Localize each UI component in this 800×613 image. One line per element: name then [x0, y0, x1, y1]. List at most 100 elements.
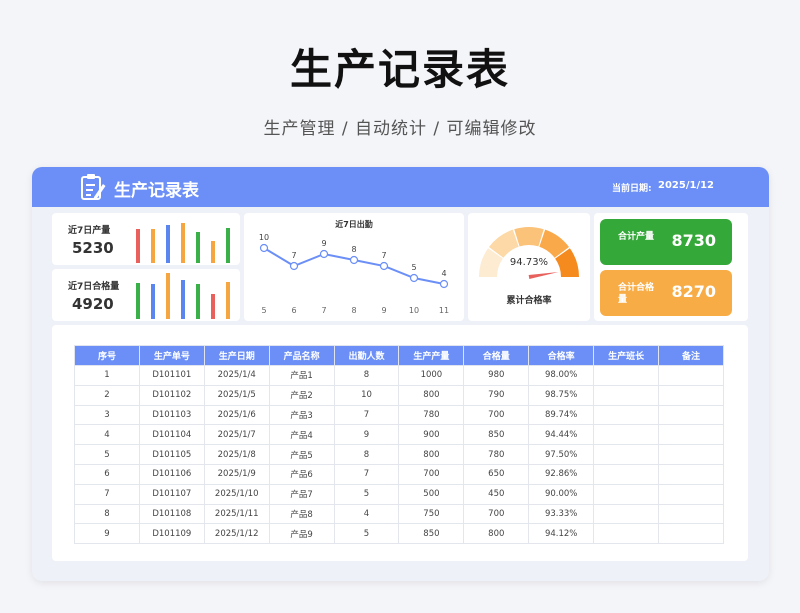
table-cell[interactable]: D101102	[138, 384, 205, 406]
attendance-point	[289, 261, 299, 271]
table-cell[interactable]: 850	[463, 424, 530, 446]
table-cell[interactable]: 2025/1/10	[203, 483, 270, 505]
table-cell[interactable]: 5	[74, 444, 140, 465]
table-cell[interactable]	[658, 384, 724, 406]
table-cell[interactable]	[593, 523, 660, 545]
table-cell[interactable]: 4	[333, 503, 400, 525]
table-cell[interactable]: 800	[398, 384, 465, 406]
table-cell[interactable]: 产品1	[268, 365, 335, 386]
table-cell[interactable]: 5	[333, 523, 400, 545]
table-cell[interactable]: 790	[463, 384, 530, 406]
table-cell[interactable]	[593, 444, 660, 465]
table-cell[interactable]: 产品4	[268, 424, 335, 446]
table-cell[interactable]	[658, 483, 724, 505]
table-cell[interactable]: 2025/1/12	[203, 523, 270, 545]
table-cell[interactable]: 90.00%	[528, 483, 595, 505]
table-cell[interactable]: 94.44%	[528, 424, 595, 446]
table-cell[interactable]	[658, 523, 724, 545]
table-cell[interactable]: 450	[463, 483, 530, 505]
table-cell[interactable]: 4	[74, 424, 140, 446]
table-cell[interactable]	[593, 503, 660, 525]
table-cell[interactable]	[593, 424, 660, 446]
table-cell[interactable]: 1	[74, 365, 140, 386]
table-cell[interactable]: 1000	[398, 365, 465, 386]
table-cell[interactable]: 7	[333, 463, 400, 485]
table-cell[interactable]	[658, 503, 724, 525]
table-cell[interactable]: 10	[333, 384, 400, 406]
table-cell[interactable]: 98.00%	[528, 365, 595, 386]
table-cell[interactable]: D101108	[138, 503, 205, 525]
table-cell[interactable]: 2025/1/6	[203, 404, 270, 426]
kpi-bar	[166, 273, 170, 319]
table-cell[interactable]	[658, 365, 724, 386]
table-cell[interactable]: 9	[333, 424, 400, 446]
table-cell[interactable]: 8	[74, 503, 140, 525]
table-cell[interactable]: 2025/1/11	[203, 503, 270, 525]
table-cell[interactable]	[658, 463, 724, 485]
table-cell[interactable]: 800	[398, 444, 465, 465]
table-cell[interactable]: D101105	[138, 444, 205, 465]
table-cell[interactable]: 产品6	[268, 463, 335, 485]
table-cell[interactable]: 3	[74, 404, 140, 426]
table-cell[interactable]: 2025/1/8	[203, 444, 270, 465]
table-cell[interactable]	[658, 424, 724, 446]
clipboard-edit-icon	[81, 174, 106, 200]
table-cell[interactable]	[593, 365, 660, 386]
attendance-chart-panel: 近7日出勤 10 5 7 6 9 7 8 8 7 9 5 10 4 11	[244, 213, 464, 321]
table-cell[interactable]: 产品2	[268, 384, 335, 406]
kpi-bar	[211, 294, 215, 319]
table-cell[interactable]: 8	[333, 365, 400, 386]
table-cell[interactable]: 750	[398, 503, 465, 525]
table-cell[interactable]	[593, 483, 660, 505]
table-cell[interactable]: 650	[463, 463, 530, 485]
table-cell[interactable]: 7	[74, 483, 140, 505]
table-cell[interactable]: 产品7	[268, 483, 335, 505]
table-cell[interactable]: 7	[333, 404, 400, 426]
table-cell[interactable]: 850	[398, 523, 465, 545]
kpi-bar	[181, 223, 185, 263]
table-cell[interactable]: 6	[74, 463, 140, 485]
table-cell[interactable]	[593, 463, 660, 485]
table-cell[interactable]: 产品3	[268, 404, 335, 426]
table-cell[interactable]: 8	[333, 444, 400, 465]
table-cell[interactable]: 93.33%	[528, 503, 595, 525]
table-cell[interactable]: 产品9	[268, 523, 335, 545]
table-cell[interactable]: D101104	[138, 424, 205, 446]
table-cell[interactable]	[658, 444, 724, 465]
table-cell[interactable]: 2	[74, 384, 140, 406]
table-cell[interactable]: 2025/1/9	[203, 463, 270, 485]
total-output-label: 合计产量	[618, 232, 655, 242]
gauge-value: 94.73%	[510, 257, 548, 268]
table-cell[interactable]: 产品5	[268, 444, 335, 465]
table-cell[interactable]: 800	[463, 523, 530, 545]
table-cell[interactable]: 2025/1/5	[203, 384, 270, 406]
table-cell[interactable]: 780	[398, 404, 465, 426]
page-subtitle: 生产管理 / 自动统计 / 可编辑修改	[263, 119, 537, 139]
table-cell[interactable]: 产品8	[268, 503, 335, 525]
table-cell[interactable]: 700	[398, 463, 465, 485]
table-cell[interactable]	[593, 404, 660, 426]
table-cell[interactable]: D101109	[138, 523, 205, 545]
table-cell[interactable]	[658, 404, 724, 426]
table-cell[interactable]: 2025/1/4	[203, 365, 270, 386]
table-cell[interactable]: D101106	[138, 463, 205, 485]
table-cell[interactable]: 92.86%	[528, 463, 595, 485]
table-cell[interactable]: 98.75%	[528, 384, 595, 406]
table-cell[interactable]: 700	[463, 503, 530, 525]
table-cell[interactable]: D101107	[138, 483, 205, 505]
table-cell[interactable]: 97.50%	[528, 444, 595, 465]
table-cell[interactable]	[593, 384, 660, 406]
attendance-x-tick: 9	[381, 306, 386, 315]
table-cell[interactable]: 700	[463, 404, 530, 426]
table-cell[interactable]: 900	[398, 424, 465, 446]
table-cell[interactable]: 500	[398, 483, 465, 505]
table-cell[interactable]: D101101	[138, 365, 205, 386]
table-cell[interactable]: 94.12%	[528, 523, 595, 545]
table-cell[interactable]: D101103	[138, 404, 205, 426]
table-cell[interactable]: 89.74%	[528, 404, 595, 426]
table-cell[interactable]: 2025/1/7	[203, 424, 270, 446]
table-cell[interactable]: 9	[74, 523, 140, 545]
table-cell[interactable]: 5	[333, 483, 400, 505]
table-cell[interactable]: 980	[463, 365, 530, 386]
table-cell[interactable]: 780	[463, 444, 530, 465]
